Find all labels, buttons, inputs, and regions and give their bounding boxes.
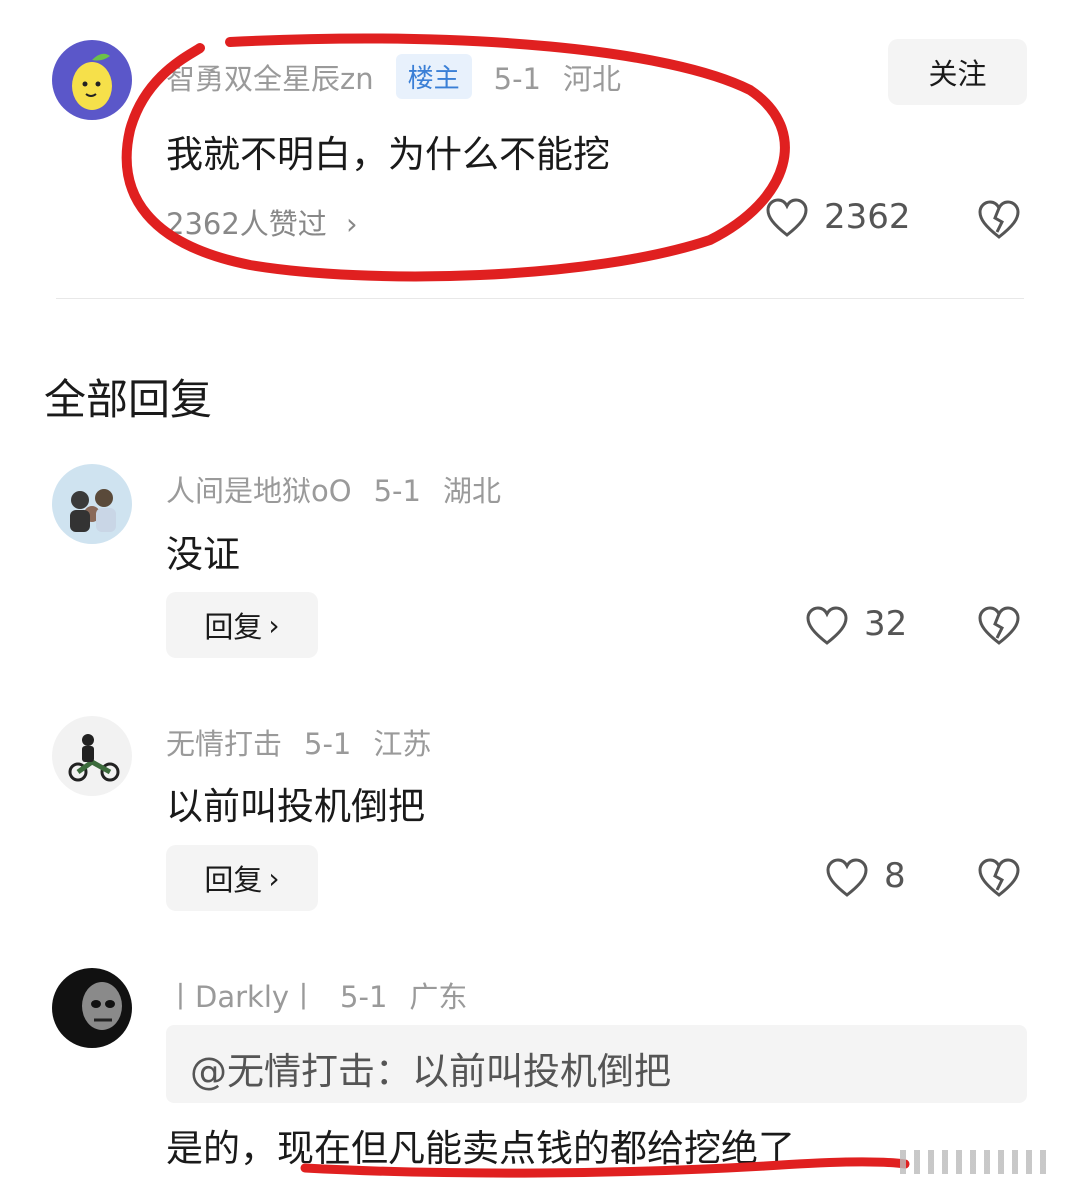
- avatar[interactable]: [52, 464, 132, 544]
- broken-heart-icon[interactable]: [977, 606, 1021, 646]
- scroll-indicator: [900, 1150, 1050, 1174]
- reply-meta: 丨Darkly丨 5-1 广东: [166, 974, 489, 1016]
- avatar[interactable]: [52, 716, 132, 796]
- username[interactable]: 丨Darkly丨: [166, 980, 318, 1014]
- family-avatar-icon: [70, 489, 116, 532]
- like-count: 8: [884, 856, 906, 896]
- avatar[interactable]: [52, 968, 132, 1048]
- reply-location: 广东: [409, 980, 468, 1014]
- follow-button[interactable]: 关注: [888, 39, 1027, 105]
- annotation-ellipse: [121, 33, 790, 282]
- skull-avatar-icon: [82, 982, 122, 1030]
- reply-button[interactable]: 回复 ›: [166, 592, 318, 658]
- reply-location: 湖北: [442, 474, 501, 508]
- reply-text: 没证: [166, 533, 240, 576]
- reply-meta: 无情打击 5-1 江苏: [166, 721, 453, 763]
- divider: [56, 298, 1024, 299]
- like-count: 32: [864, 604, 908, 644]
- section-title: 全部回复: [44, 375, 213, 424]
- broken-heart-icon[interactable]: [977, 200, 1021, 240]
- quote-text: @无情打击：以前叫投机倒把: [190, 1050, 671, 1093]
- reply-date: 5-1: [340, 980, 388, 1014]
- reply-text: 以前叫投机倒把: [166, 785, 425, 828]
- motorbike-avatar-icon: [68, 734, 120, 782]
- chevron-right-icon: ›: [268, 608, 280, 642]
- reply-date: 5-1: [373, 474, 421, 508]
- reply-meta: 人间是地狱oO 5-1 湖北: [166, 468, 523, 510]
- username[interactable]: 人间是地狱oO: [166, 474, 352, 508]
- chevron-right-icon: ›: [268, 861, 280, 895]
- username[interactable]: 无情打击: [166, 727, 282, 761]
- heart-icon[interactable]: [805, 606, 849, 646]
- reply-button[interactable]: 回复 ›: [166, 845, 318, 911]
- quoted-reply[interactable]: @无情打击：以前叫投机倒把: [166, 1025, 1027, 1103]
- like-count: 2362: [824, 197, 911, 237]
- heart-icon[interactable]: [825, 858, 869, 898]
- reply-location: 江苏: [373, 727, 432, 761]
- broken-heart-icon[interactable]: [977, 858, 1021, 898]
- reply-label: 回复: [204, 863, 263, 897]
- reply-date: 5-1: [304, 727, 352, 761]
- reply-label: 回复: [204, 610, 263, 644]
- annotation-underline: [300, 1157, 910, 1178]
